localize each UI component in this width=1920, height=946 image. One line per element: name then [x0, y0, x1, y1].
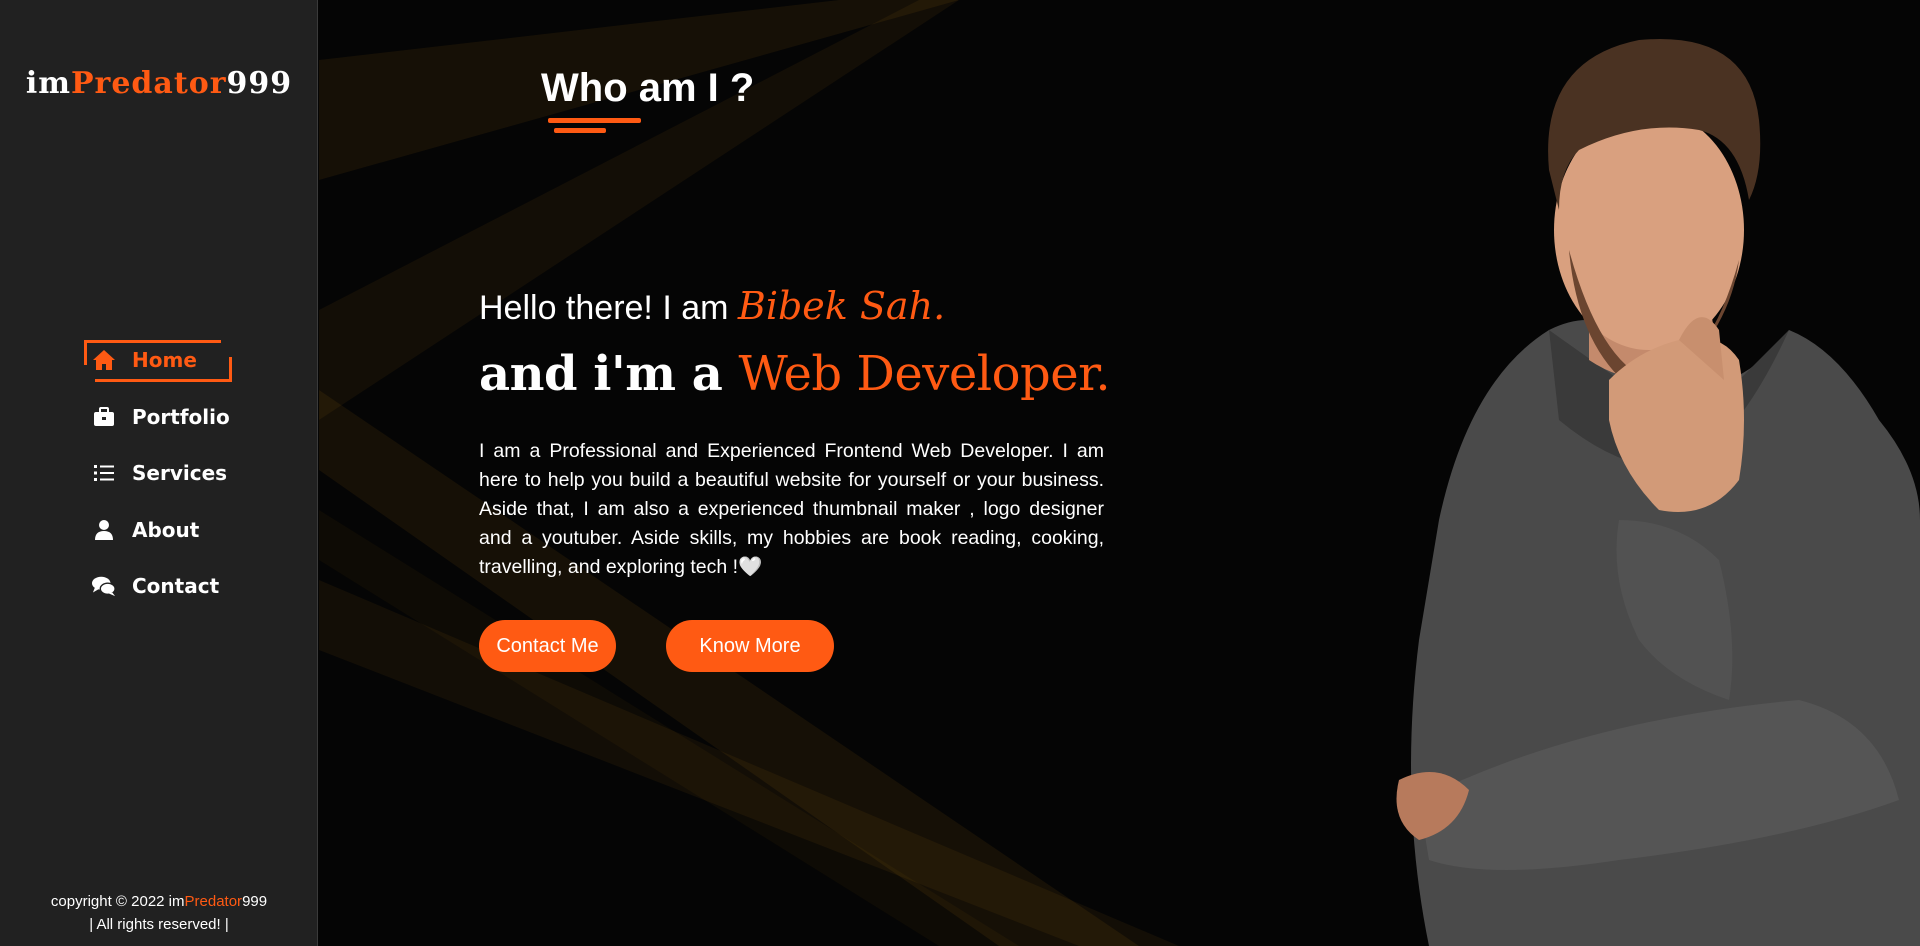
contact-me-button[interactable]: Contact Me [479, 620, 616, 672]
bio-description: I am a Professional and Experienced Fron… [479, 440, 1104, 578]
user-icon [92, 519, 116, 541]
nav-item-about[interactable]: About [84, 510, 232, 550]
greeting-line: Hello there! I am Bibek Sah. [479, 284, 945, 328]
role-line: and i'm a Web Developer. [479, 346, 1111, 402]
title-underline-short [554, 128, 606, 133]
person-name: Bibek Sah. [737, 284, 946, 328]
logo-accent: Predator [70, 66, 227, 101]
profile-portrait [1396, 39, 1920, 946]
know-more-button[interactable]: Know More [666, 620, 834, 672]
site-logo[interactable]: imPredator999 [0, 66, 318, 101]
nav-label-about: About [132, 517, 200, 542]
main-content: Who am I ? Hello there! I am Bibek Sah. … [319, 0, 1920, 946]
greeting-text: Hello there! I am [479, 289, 729, 327]
chat-icon [92, 575, 116, 597]
home-icon [92, 349, 116, 371]
logo-prefix: im [25, 66, 71, 101]
copyright-accent: Predator [184, 893, 243, 910]
nav-item-contact[interactable]: Contact [84, 566, 232, 606]
main-nav: Home Portfolio Services About Contact [84, 340, 232, 623]
nav-item-portfolio[interactable]: Portfolio [84, 397, 232, 437]
nav-label-home: Home [132, 348, 197, 372]
sidebar: imPredator999 Home Portfolio Services Ab… [0, 0, 318, 946]
briefcase-icon [92, 406, 116, 428]
nav-item-home[interactable]: Home [84, 340, 232, 382]
copyright-line2: | All rights reserved! | [89, 916, 229, 933]
role-title: Web Developer. [738, 346, 1111, 402]
nav-item-services[interactable]: Services [84, 453, 232, 493]
copyright-suffix: 999 [242, 893, 268, 910]
copyright-line1: copyright © 2022 imPredator999 [0, 890, 318, 913]
nav-label-services: Services [132, 461, 228, 485]
copyright-prefix: copyright © 2022 im [50, 893, 185, 910]
list-icon [92, 462, 116, 484]
role-prefix: and i'm a [479, 346, 723, 402]
logo-suffix: 999 [226, 66, 293, 101]
section-title: Who am I ? [541, 66, 755, 110]
copyright: copyright © 2022 imPredator999 | All rig… [0, 890, 318, 936]
nav-label-contact: Contact [132, 574, 220, 598]
nav-label-portfolio: Portfolio [132, 404, 230, 429]
title-underline [548, 118, 641, 123]
